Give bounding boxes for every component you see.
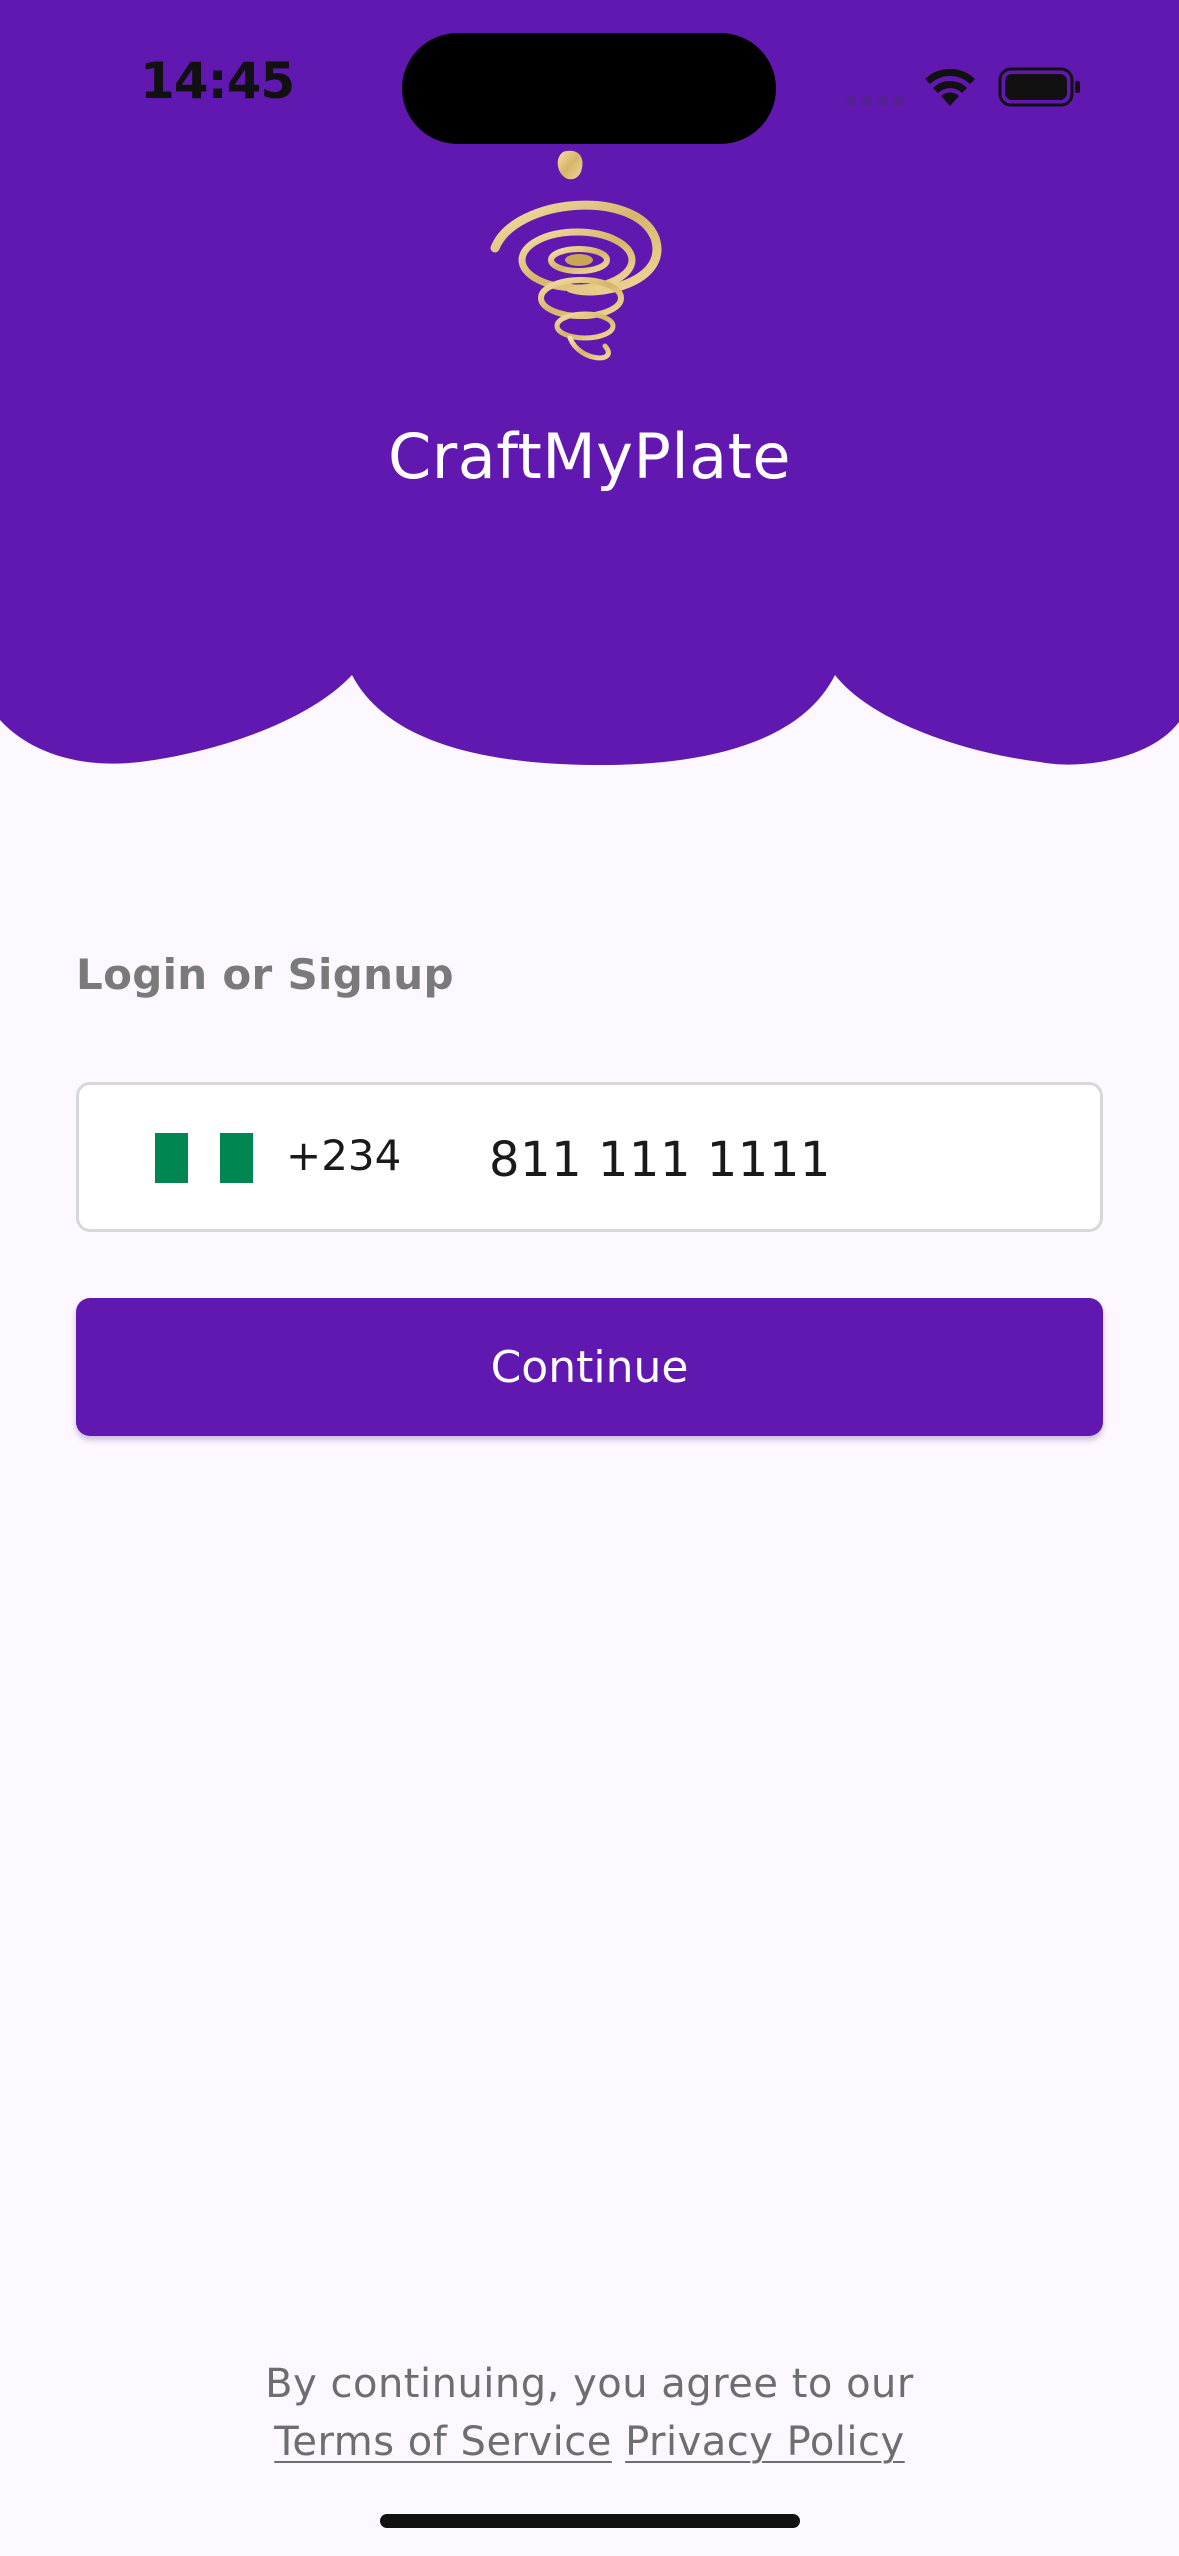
phone-input[interactable] (489, 1115, 1069, 1205)
login-heading: Login or Signup (76, 950, 454, 999)
nigeria-flag-icon[interactable] (155, 1133, 254, 1183)
cellular-signal-icon (846, 96, 906, 106)
continue-button[interactable]: Continue (76, 1298, 1103, 1436)
app-title: CraftMyPlate (387, 420, 792, 493)
terms-footer: By continuing, you agree to our Terms of… (0, 2355, 1179, 2471)
agreement-text: By continuing, you agree to our (265, 2361, 914, 2407)
phone-number-field[interactable]: +234 (76, 1082, 1103, 1232)
legal-links: Terms of Service Privacy Policy (0, 2413, 1179, 2471)
login-screen: 14:45 CraftMyPlate Login or Signup +234 … (0, 0, 1179, 2556)
home-indicator[interactable] (380, 2514, 800, 2528)
wifi-icon (925, 68, 975, 106)
status-time: 14:45 (140, 52, 295, 110)
terms-of-service-link[interactable]: Terms of Service (274, 2419, 612, 2465)
battery-icon (998, 67, 1080, 107)
dynamic-island (402, 33, 776, 144)
craftmyplate-logo-icon (490, 150, 662, 361)
privacy-policy-link[interactable]: Privacy Policy (625, 2419, 905, 2465)
country-code-selector[interactable]: +234 (286, 1131, 401, 1180)
